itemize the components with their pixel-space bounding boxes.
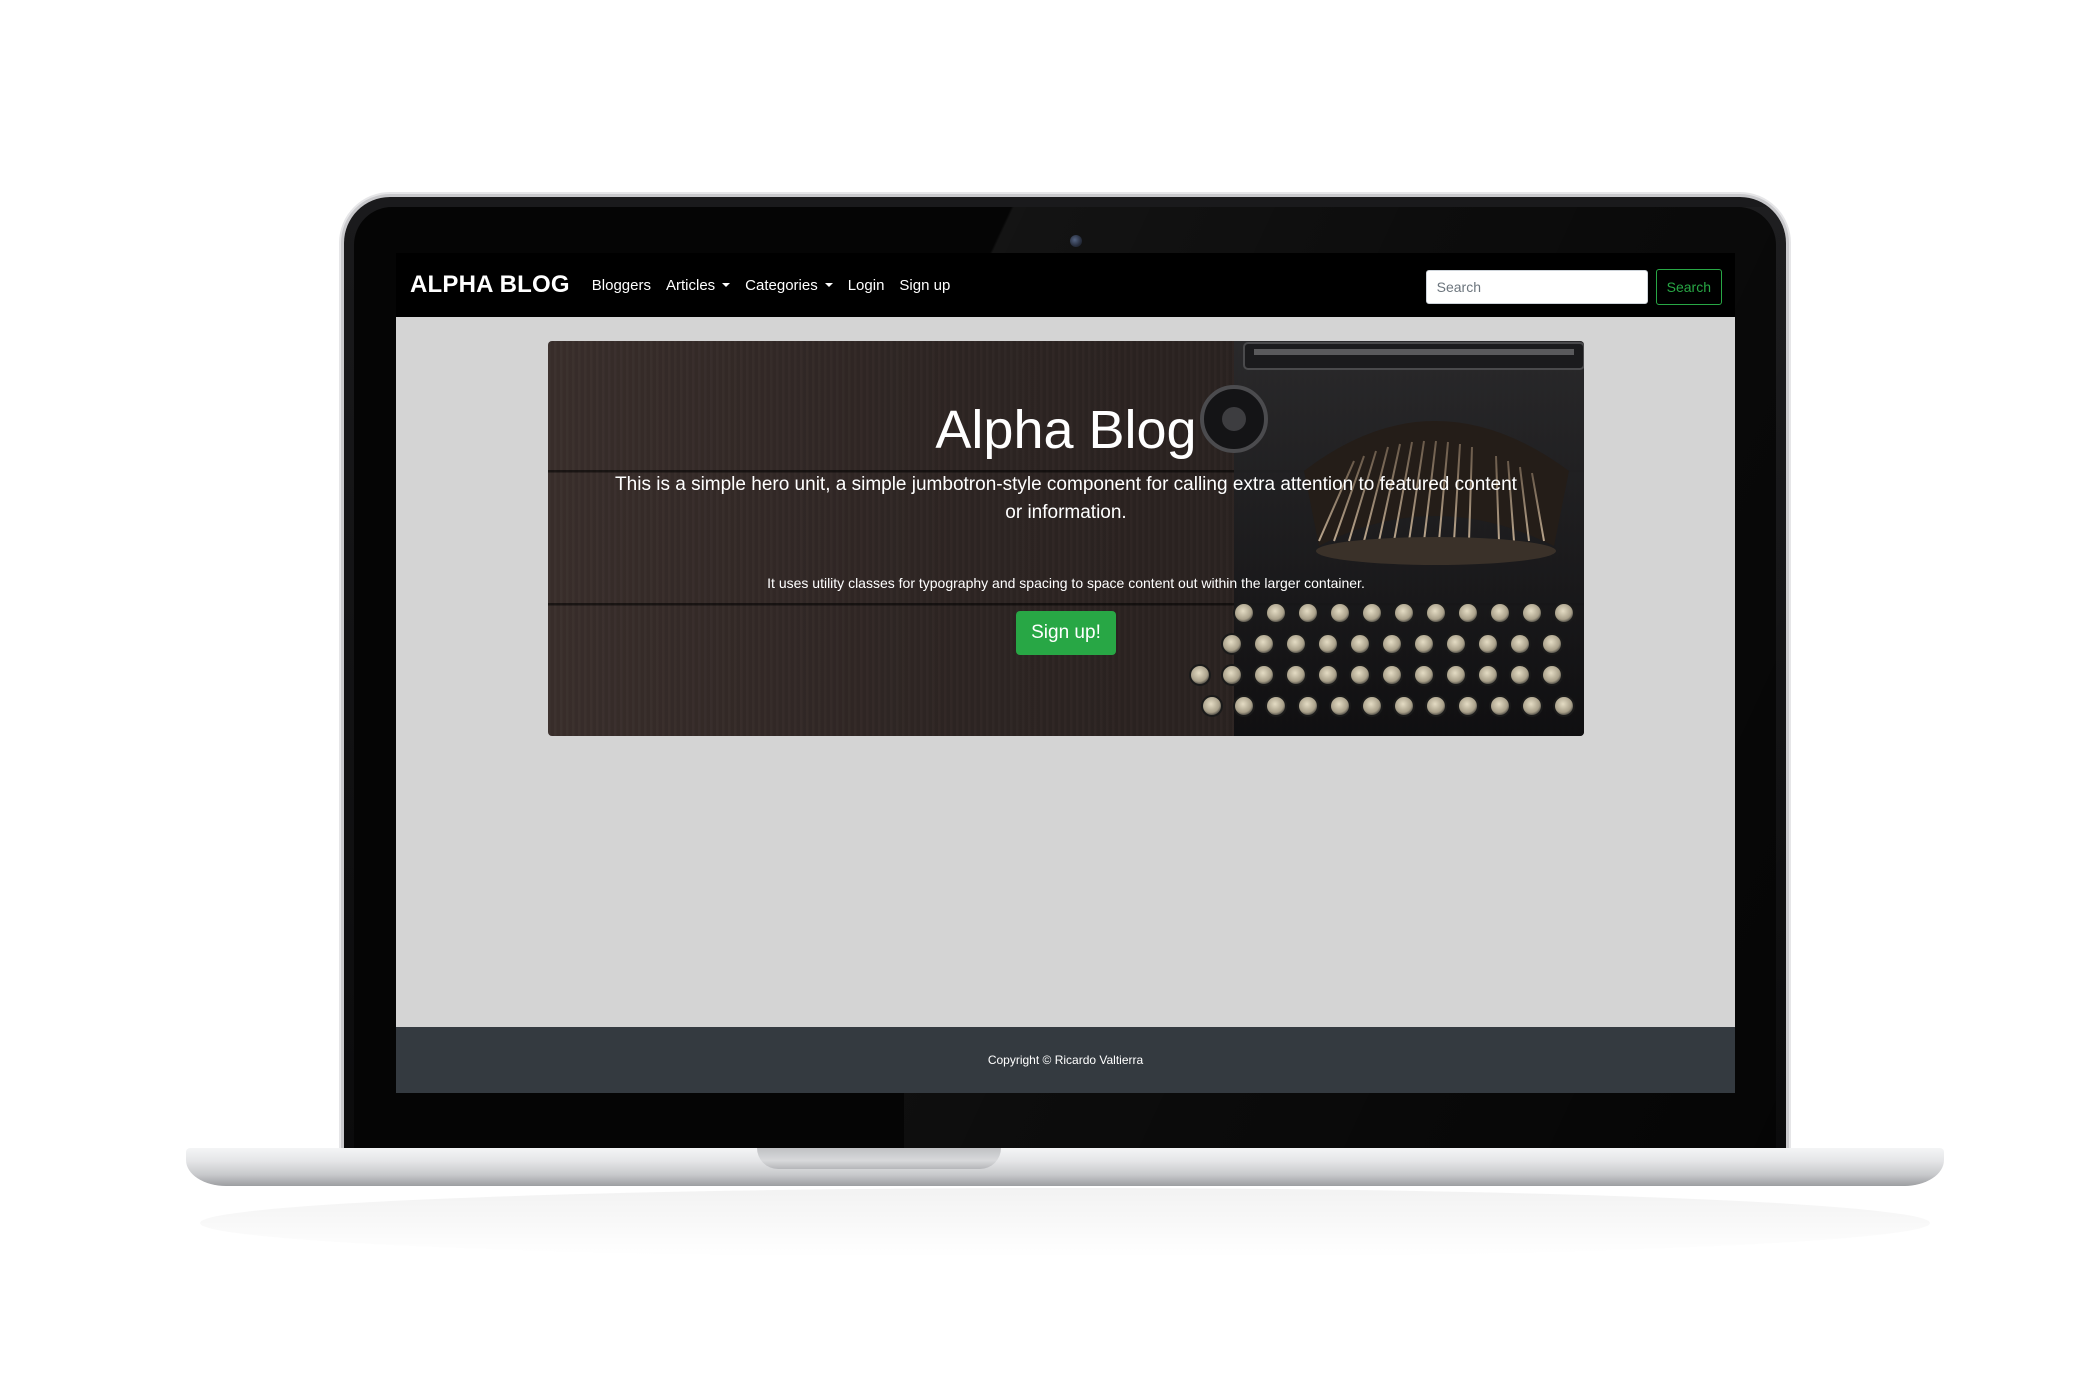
camera-icon	[1070, 235, 1082, 247]
nav-link-label: Categories	[745, 276, 818, 294]
nav-link-login[interactable]: Login	[848, 277, 885, 294]
search-input[interactable]	[1425, 270, 1648, 304]
footer-copyright: Copyright © Ricardo Valtierra	[987, 1053, 1144, 1067]
nav-dropdown-articles[interactable]: Articles	[665, 276, 731, 294]
browser-viewport: ALPHA BLOG Bloggers Articles Categories …	[396, 253, 1735, 1093]
nav-link-signup[interactable]: Sign up	[899, 277, 950, 294]
footer: Copyright © Ricardo Valtierra	[396, 1027, 1735, 1093]
laptop-base-shadow	[200, 1188, 1930, 1258]
search-button[interactable]: Search	[1655, 269, 1722, 305]
nav-dropdown-categories[interactable]: Categories	[745, 277, 833, 294]
nav-link-label: Sign up	[899, 276, 951, 294]
caret-down-icon	[722, 283, 731, 287]
nav-link-label: Login	[847, 276, 885, 294]
hero-title: Alpha Blog	[935, 400, 1197, 460]
mockup-stage: ALPHA BLOG Bloggers Articles Categories …	[0, 0, 2100, 1400]
navbar: ALPHA BLOG Bloggers Articles Categories …	[396, 253, 1735, 317]
laptop-base	[186, 1148, 1944, 1186]
hero-signup-button[interactable]: Sign up!	[1016, 611, 1116, 655]
nav-links: Bloggers Articles Categories Login Sign …	[592, 277, 966, 294]
nav-link-label: Articles	[665, 276, 716, 294]
nav-link-bloggers[interactable]: Bloggers	[592, 277, 651, 294]
hero-jumbotron: Alpha Blog This is a simple hero unit, a…	[548, 341, 1584, 736]
hero-lead: This is a simple hero unit, a simple jum…	[615, 474, 1517, 523]
laptop-base-notch	[757, 1148, 1001, 1169]
nav-link-label: Bloggers	[591, 276, 651, 294]
brand-link[interactable]: ALPHA BLOG	[410, 271, 570, 299]
caret-down-icon	[824, 283, 833, 287]
search-form: Search	[1425, 269, 1722, 305]
hero-text: It uses utility classes for typography a…	[767, 575, 1365, 591]
